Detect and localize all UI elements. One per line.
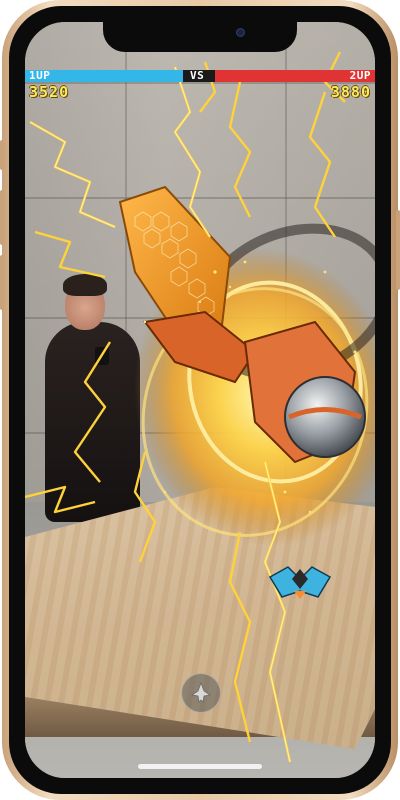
volume-down-button [0, 255, 4, 310]
fighter-ship-icon [191, 682, 211, 703]
score-hud: 1UP VS 2UP 3520 3880 [25, 64, 375, 104]
power-button [396, 210, 400, 290]
player1-score: 3520 [29, 83, 70, 101]
phone-notch [103, 22, 297, 52]
game-viewport[interactable] [25, 22, 375, 778]
robot-orb [284, 376, 366, 458]
front-camera [236, 28, 245, 37]
fire-button[interactable] [181, 673, 221, 713]
battle-effects [25, 51, 375, 763]
player2-label: 2UP [349, 69, 371, 82]
player2-score: 3880 [330, 83, 371, 101]
volume-up-button [0, 190, 4, 245]
home-indicator[interactable] [138, 764, 262, 769]
mute-switch [0, 140, 4, 170]
vs-label: VS [190, 69, 205, 82]
player1-label: 1UP [29, 69, 51, 82]
